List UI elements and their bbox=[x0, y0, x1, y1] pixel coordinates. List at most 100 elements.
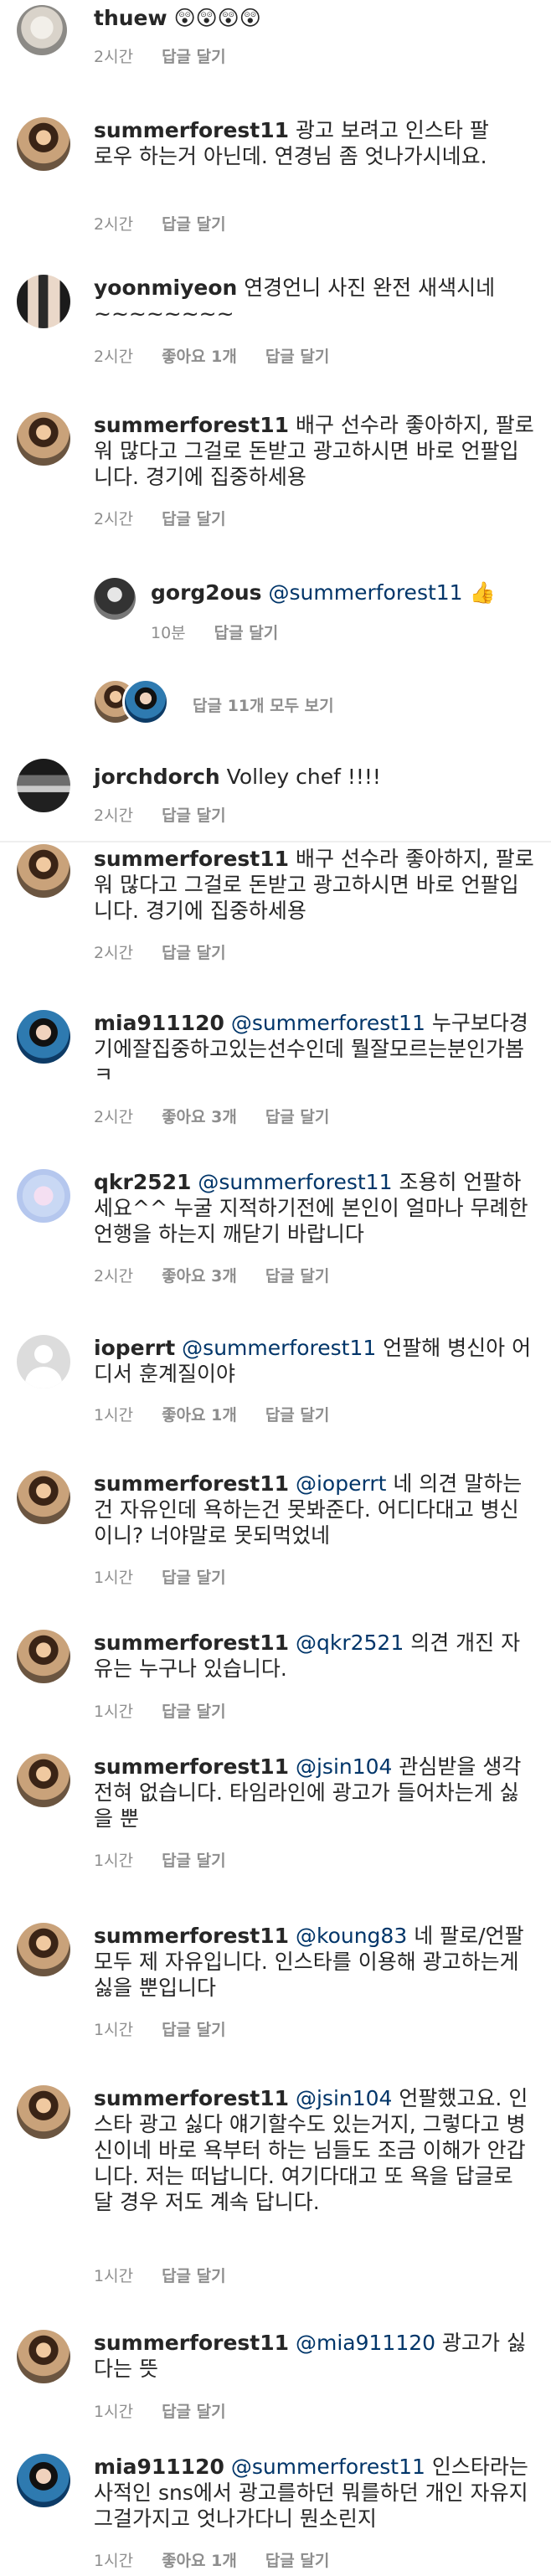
mention-link[interactable]: @jsin104 bbox=[296, 1754, 392, 1779]
avatar[interactable] bbox=[17, 1169, 70, 1223]
mention-link[interactable]: @ioperrt bbox=[296, 1471, 386, 1496]
username[interactable]: summerforest11 bbox=[94, 1924, 289, 1948]
username[interactable]: summerforest11 bbox=[94, 1754, 289, 1779]
avatar[interactable] bbox=[17, 1754, 70, 1807]
comment-meta: 1시간 답글 달기 bbox=[94, 2402, 255, 2422]
username[interactable]: summerforest11 bbox=[94, 2331, 289, 2355]
divider bbox=[0, 841, 551, 842]
comment-text: summerforest11 광고 보려고 인스타 팔로우 하는거 아닌데. 연… bbox=[94, 117, 496, 169]
username[interactable]: summerforest11 bbox=[94, 2086, 289, 2110]
avatar[interactable] bbox=[17, 5, 67, 55]
mention-link[interactable]: @summerforest11 bbox=[182, 1336, 376, 1360]
reply-button[interactable]: 답글 달기 bbox=[162, 944, 226, 962]
comment-body: 😲😲😲😲 bbox=[173, 6, 261, 30]
avatar[interactable] bbox=[17, 1471, 70, 1524]
avatar[interactable] bbox=[17, 412, 70, 466]
reply-button[interactable]: 답글 달기 bbox=[162, 1852, 226, 1870]
username[interactable]: thuew bbox=[94, 6, 167, 30]
avatar[interactable] bbox=[17, 2085, 70, 2139]
username[interactable]: summerforest11 bbox=[94, 118, 289, 142]
username[interactable]: mia911120 bbox=[94, 1011, 224, 1035]
timestamp: 2시간 bbox=[94, 1108, 134, 1126]
avatar bbox=[122, 678, 169, 725]
likes-count[interactable]: 좋아요 3개 bbox=[162, 1108, 237, 1126]
avatar[interactable] bbox=[17, 1923, 70, 1976]
reply-button[interactable]: 답글 달기 bbox=[162, 215, 226, 234]
avatar[interactable] bbox=[17, 117, 70, 171]
avatar[interactable] bbox=[17, 2330, 70, 2383]
avatar[interactable] bbox=[17, 275, 70, 328]
mention-link[interactable]: @qkr2521 bbox=[296, 1631, 404, 1655]
likes-count[interactable]: 좋아요 1개 bbox=[162, 1406, 237, 1425]
username[interactable]: mia911120 bbox=[94, 2455, 224, 2479]
reply-button[interactable]: 답글 달기 bbox=[162, 1703, 226, 1721]
timestamp: 1시간 bbox=[94, 2267, 134, 2285]
username[interactable]: qkr2521 bbox=[94, 1170, 191, 1194]
likes-count[interactable]: 좋아요 1개 bbox=[162, 2552, 237, 2570]
mention-link[interactable]: @summerforest11 bbox=[198, 1170, 392, 1194]
avatar[interactable] bbox=[17, 844, 70, 898]
mention-link[interactable]: @jsin104 bbox=[296, 2086, 392, 2110]
view-replies-label[interactable]: 답글 11개 모두 보기 bbox=[193, 693, 334, 716]
timestamp: 2시간 bbox=[94, 215, 134, 234]
username[interactable]: summerforest11 bbox=[94, 1631, 289, 1655]
avatar[interactable] bbox=[17, 1010, 70, 1064]
reply-button[interactable]: 답글 달기 bbox=[162, 2403, 226, 2421]
comment-meta: 2시간 답글 달기 bbox=[94, 943, 255, 963]
comment-meta: 1시간 좋아요 1개 답글 달기 bbox=[94, 2551, 358, 2571]
mention-link[interactable]: @summerforest11 bbox=[231, 1011, 425, 1035]
avatar[interactable] bbox=[17, 1630, 70, 1683]
comment-text: summerforest11 @mia911120 광고가 싫다는 뜻 bbox=[94, 2330, 529, 2382]
comment-text: jorchdorch Volley chef !!!! bbox=[94, 764, 529, 790]
username[interactable]: summerforest11 bbox=[94, 1471, 289, 1496]
avatar[interactable] bbox=[17, 1335, 70, 1388]
reply-button[interactable]: 답글 달기 bbox=[265, 1406, 330, 1425]
username[interactable]: yoonmiyeon bbox=[94, 276, 237, 300]
reply-button[interactable]: 답글 달기 bbox=[162, 2021, 226, 2039]
mention-link[interactable]: @koung83 bbox=[296, 1924, 407, 1948]
comment-meta: 2시간 좋아요 1개 답글 달기 bbox=[94, 347, 358, 367]
timestamp: 1시간 bbox=[94, 1852, 134, 1870]
username[interactable]: gorg2ous bbox=[151, 580, 262, 605]
comment-meta: 1시간 답글 달기 bbox=[94, 1568, 255, 1588]
timestamp: 1시간 bbox=[94, 1569, 134, 1587]
timestamp: 2시간 bbox=[94, 510, 134, 528]
username[interactable]: summerforest11 bbox=[94, 847, 289, 871]
comment-text: gorg2ous @summerforest11 👍 bbox=[151, 580, 536, 605]
reply-button[interactable]: 답글 달기 bbox=[265, 348, 330, 366]
comment-text: mia911120 @summerforest11 인스타라는 사적인 sns에… bbox=[94, 2454, 529, 2532]
username[interactable]: ioperrt bbox=[94, 1336, 175, 1360]
mention-link[interactable]: @summerforest11 bbox=[269, 580, 463, 605]
comment-text: thuew 😲😲😲😲 bbox=[94, 5, 529, 31]
timestamp: 2시간 bbox=[94, 48, 134, 66]
likes-count[interactable]: 좋아요 1개 bbox=[162, 348, 237, 366]
comment-text: summerforest11 @koung83 네 팔로/언팔 모두 제 자유입… bbox=[94, 1923, 529, 2001]
reply-button[interactable]: 답글 달기 bbox=[162, 806, 226, 825]
timestamp: 2시간 bbox=[94, 1267, 134, 1285]
reply-button[interactable]: 답글 달기 bbox=[162, 1569, 226, 1587]
likes-count[interactable]: 좋아요 3개 bbox=[162, 1267, 237, 1285]
timestamp: 1시간 bbox=[94, 2021, 134, 2039]
avatar[interactable] bbox=[17, 2454, 70, 2507]
reply-button[interactable]: 답글 달기 bbox=[162, 48, 226, 66]
comment-body: 👍 bbox=[469, 580, 496, 605]
comment-text: summerforest11 @jsin104 언팔했고요. 인스타 광고 싫다… bbox=[94, 2085, 538, 2215]
comment-text: summerforest11 @qkr2521 의견 개진 자유는 누구나 있습… bbox=[94, 1630, 529, 1682]
reply-button[interactable]: 답글 달기 bbox=[265, 2552, 330, 2570]
comment-text: yoonmiyeon 연경언니 사진 완전 새색시네~~~~~~~~ bbox=[94, 275, 496, 327]
reply-button[interactable]: 답글 달기 bbox=[265, 1108, 330, 1126]
comment-meta: 2시간 좋아요 3개 답글 달기 bbox=[94, 1107, 358, 1127]
comment-meta: 1시간 답글 달기 bbox=[94, 2020, 255, 2040]
comment-text: qkr2521 @summerforest11 조용히 언팔하세요^^ 누굴 지… bbox=[94, 1169, 538, 1247]
reply-button[interactable]: 답글 달기 bbox=[214, 624, 279, 642]
mention-link[interactable]: @mia911120 bbox=[296, 2331, 435, 2355]
reply-button[interactable]: 답글 달기 bbox=[162, 510, 226, 528]
avatar[interactable] bbox=[17, 759, 70, 812]
avatar[interactable] bbox=[94, 578, 136, 620]
mention-link[interactable]: @summerforest11 bbox=[231, 2455, 425, 2479]
username[interactable]: jorchdorch bbox=[94, 765, 220, 789]
reply-button[interactable]: 답글 달기 bbox=[265, 1267, 330, 1285]
timestamp: 1시간 bbox=[94, 1406, 134, 1425]
reply-button[interactable]: 답글 달기 bbox=[162, 2267, 226, 2285]
username[interactable]: summerforest11 bbox=[94, 413, 289, 437]
